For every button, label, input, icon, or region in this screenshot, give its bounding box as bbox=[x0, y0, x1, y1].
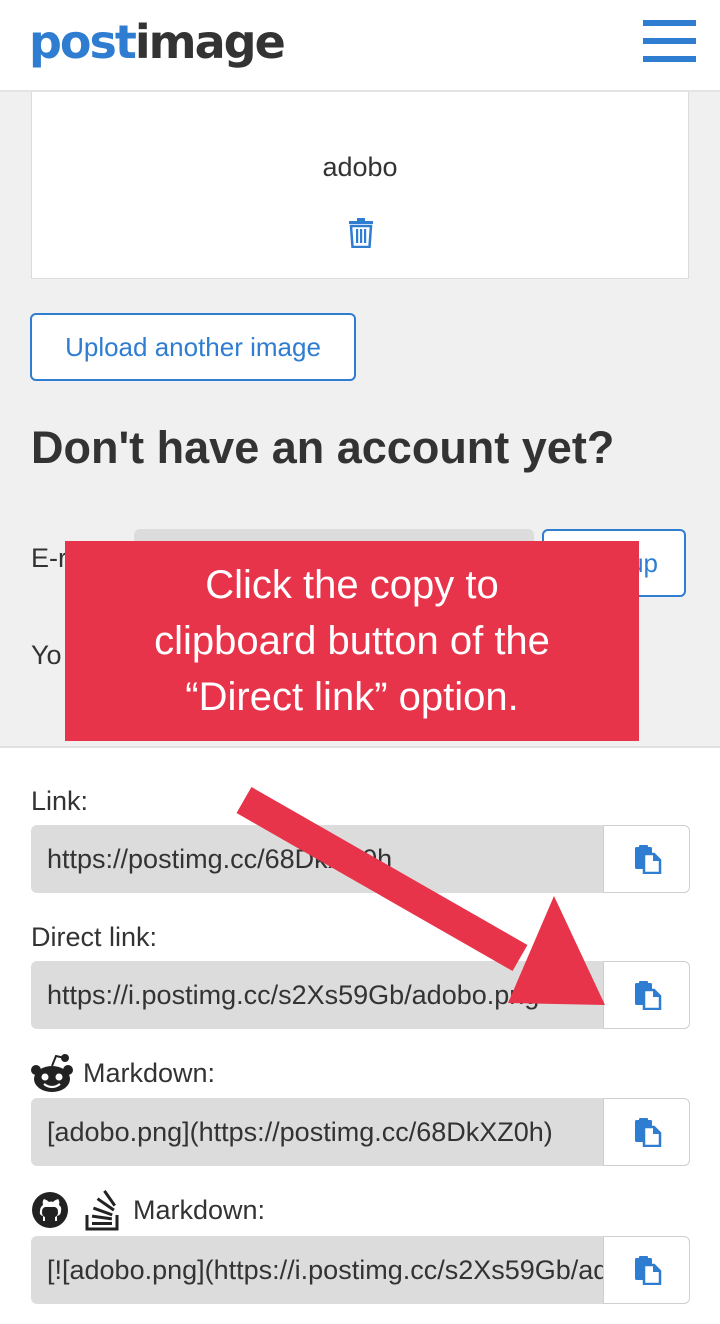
clipboard-icon bbox=[634, 1256, 661, 1285]
logo-post-text: post bbox=[29, 15, 137, 69]
stackoverflow-icon bbox=[85, 1190, 119, 1231]
image-name: adobo bbox=[322, 152, 398, 182]
clipboard-icon bbox=[634, 1118, 661, 1147]
postimage-logo[interactable]: postimage bbox=[29, 14, 286, 70]
logo-image-text: image bbox=[134, 15, 286, 69]
account-heading: Don't have an account yet? bbox=[31, 422, 615, 473]
reddit-markdown-label: Markdown: bbox=[31, 1052, 215, 1094]
copy-reddit-markdown-button[interactable] bbox=[603, 1098, 690, 1166]
clipboard-icon bbox=[634, 845, 661, 874]
github-markdown-label: Markdown: bbox=[31, 1189, 265, 1231]
github-markdown-field[interactable]: [![adobo.png](https://i.postimg.cc/s2Xs5… bbox=[31, 1236, 603, 1304]
instruction-callout: Click the copy to clipboard button of th… bbox=[65, 541, 639, 741]
clipboard-icon bbox=[634, 981, 661, 1010]
trash-icon[interactable] bbox=[347, 218, 375, 248]
account-note-text: Yo bbox=[31, 640, 62, 670]
upload-another-button[interactable]: Upload another image bbox=[30, 313, 356, 381]
reddit-markdown-field[interactable]: [adobo.png](https://postimg.cc/68DkXZ0h) bbox=[31, 1098, 603, 1166]
uploaded-image-card: adobo bbox=[31, 92, 689, 279]
link-field[interactable]: https://postimg.cc/68DkXZ0h bbox=[31, 825, 603, 893]
hamburger-menu-icon[interactable] bbox=[643, 20, 696, 62]
link-label: Link: bbox=[31, 786, 89, 816]
copy-direct-link-button[interactable] bbox=[603, 961, 690, 1029]
site-header: postimage bbox=[0, 0, 720, 92]
email-label: E-r bbox=[31, 543, 67, 573]
instruction-text: Click the copy to clipboard button of th… bbox=[154, 563, 550, 719]
copy-github-markdown-button[interactable] bbox=[603, 1236, 690, 1304]
direct-link-label: Direct link: bbox=[31, 922, 158, 952]
direct-link-field[interactable]: https://i.postimg.cc/s2Xs59Gb/adobo.png bbox=[31, 961, 603, 1029]
copy-link-button[interactable] bbox=[603, 825, 690, 893]
reddit-icon bbox=[31, 1054, 73, 1092]
github-icon bbox=[32, 1192, 68, 1228]
